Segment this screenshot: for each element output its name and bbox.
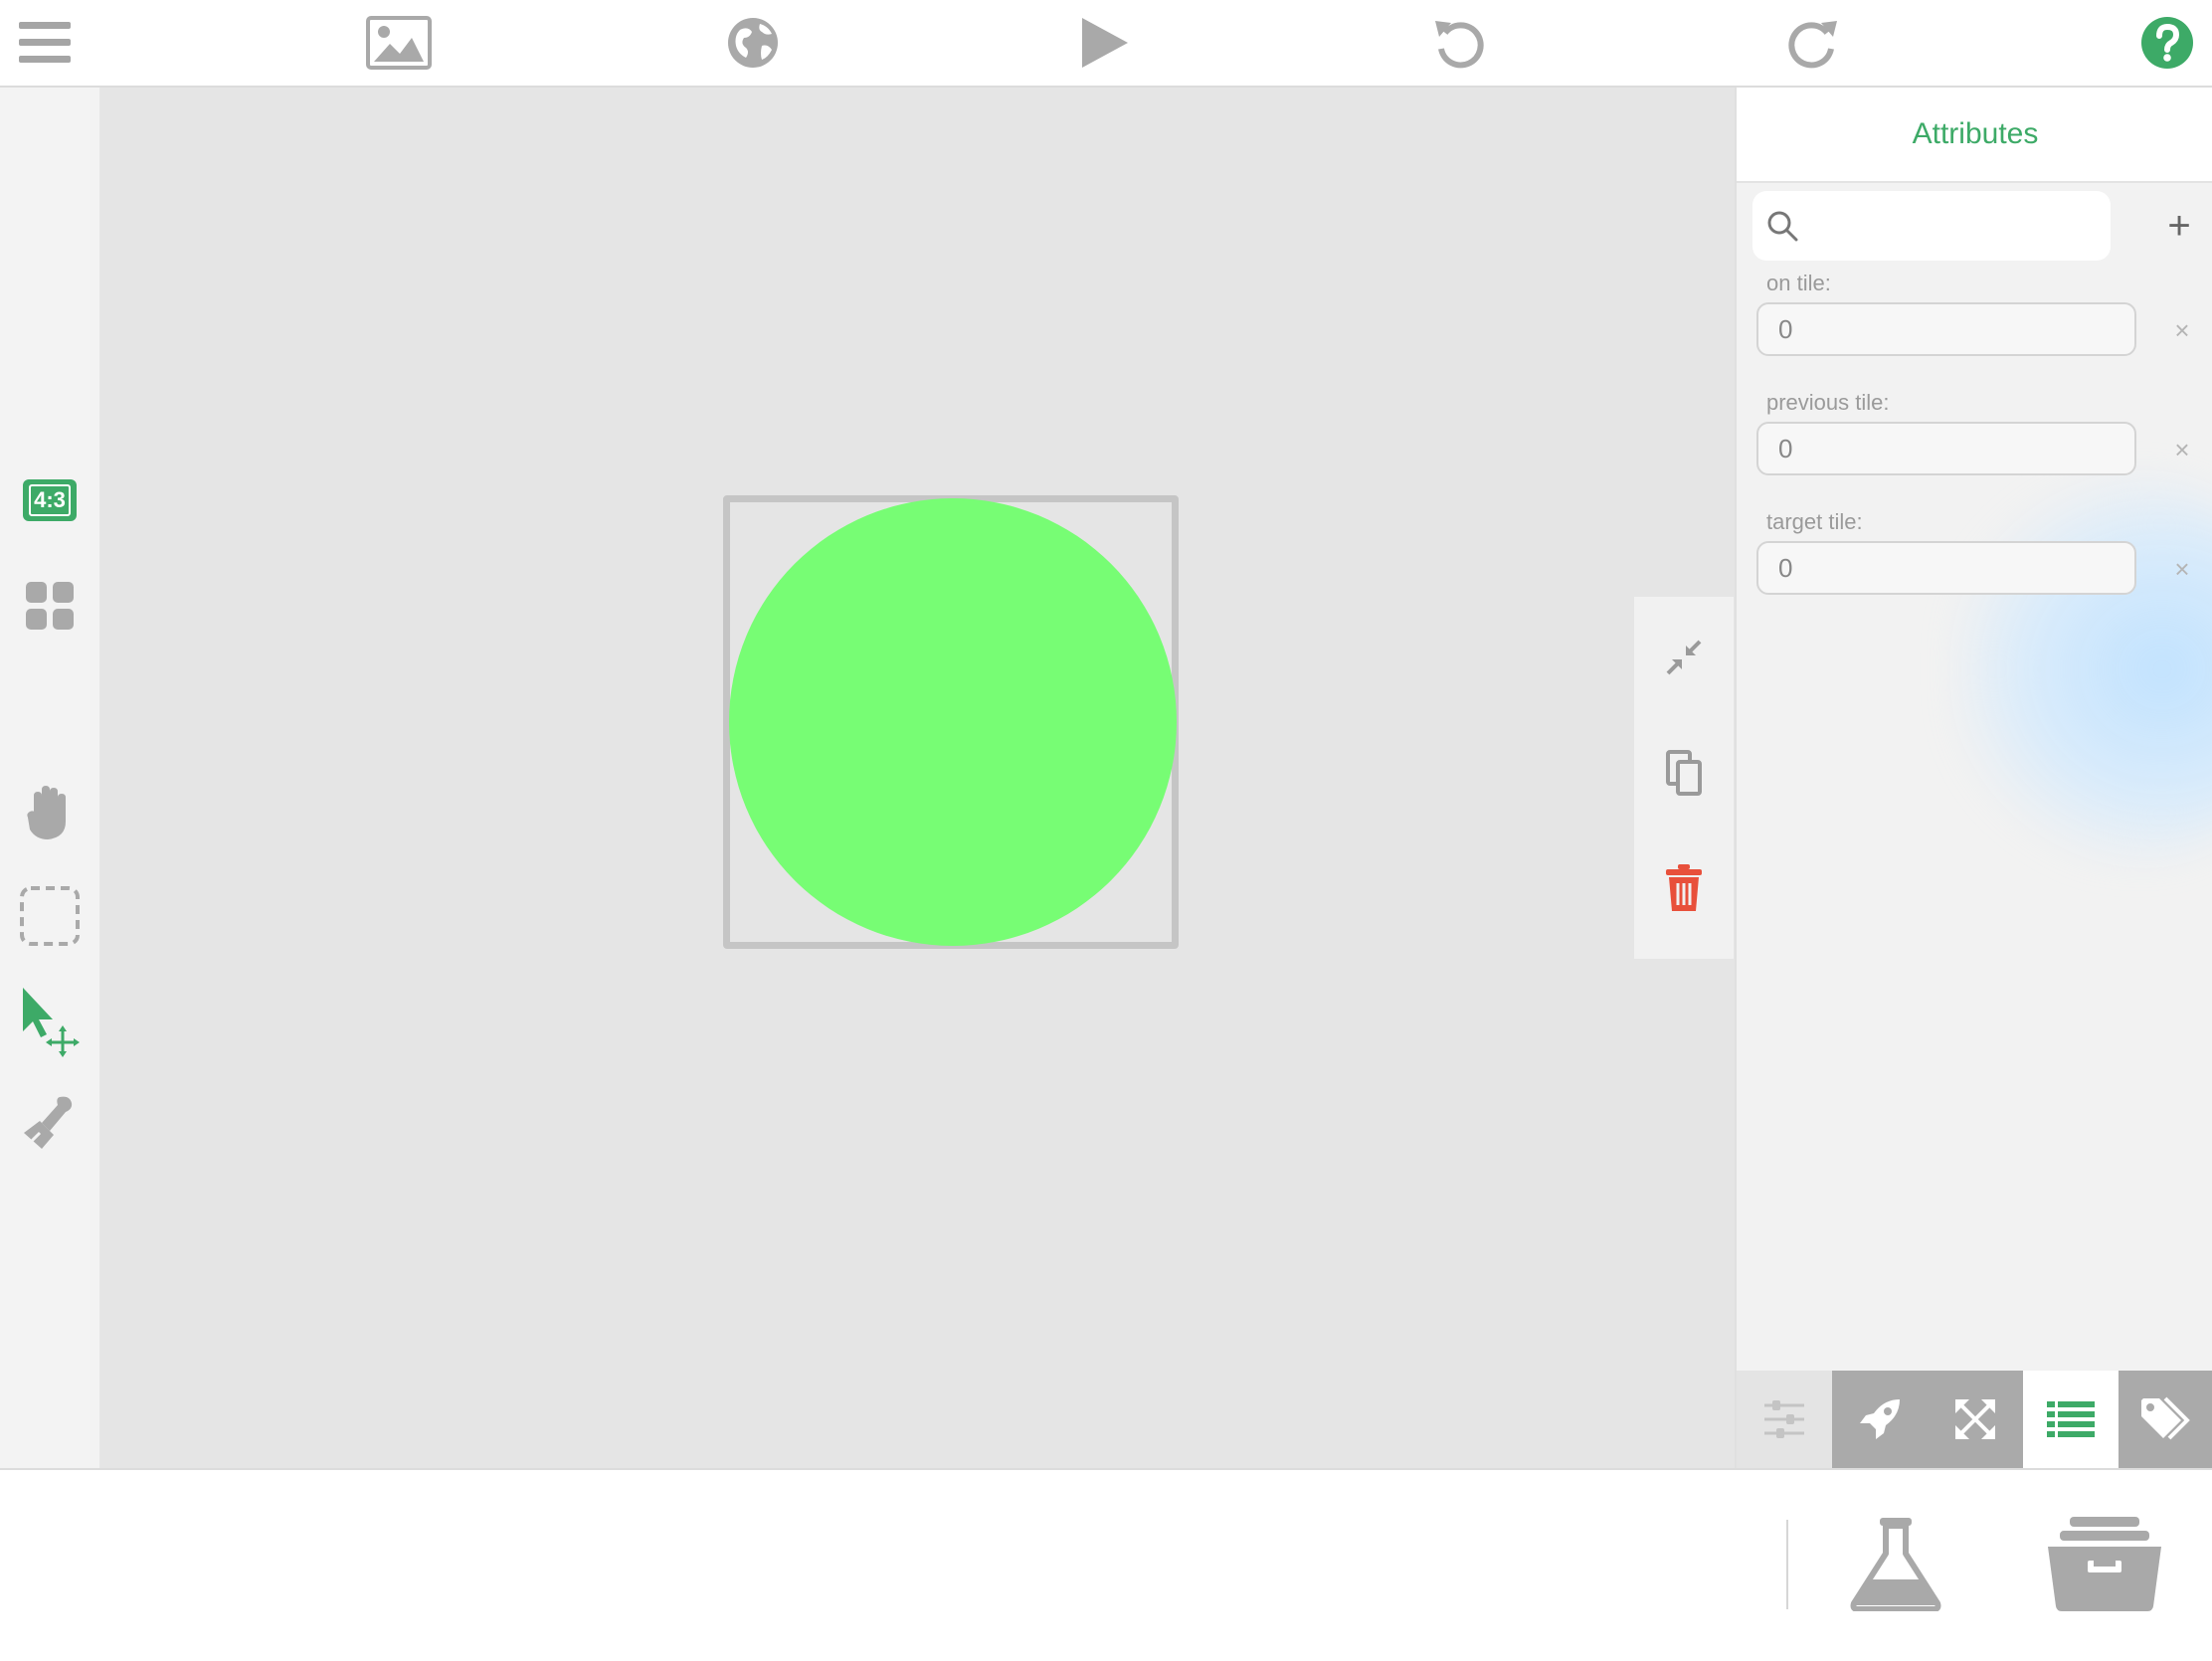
- marquee-select-button[interactable]: [0, 871, 99, 961]
- stamp-tool-button[interactable]: [0, 1078, 99, 1168]
- search-icon: [1766, 210, 1798, 242]
- globe-icon: [726, 16, 780, 70]
- hand-tool-button[interactable]: [0, 768, 99, 857]
- panel-title: Attributes: [1912, 117, 2039, 150]
- tab-properties[interactable]: [1737, 1371, 1832, 1468]
- help-button[interactable]: [2122, 0, 2212, 86]
- grid-button[interactable]: [0, 561, 99, 650]
- rocket-icon: [1858, 1397, 1902, 1441]
- list-icon: [2046, 1399, 2096, 1439]
- panel-tab-bar: [1737, 1371, 2212, 1468]
- help-icon: [2140, 16, 2194, 70]
- shrink-icon: [1664, 638, 1704, 677]
- image-button[interactable]: [354, 0, 444, 86]
- image-icon: [366, 16, 432, 70]
- flask-icon: [1850, 1516, 1941, 1611]
- hand-icon: [24, 784, 76, 841]
- tab-physics[interactable]: [1928, 1371, 2023, 1468]
- redo-button[interactable]: [1768, 0, 1858, 86]
- trash-icon: [1664, 863, 1704, 913]
- lab-button[interactable]: [1850, 1516, 1941, 1611]
- add-attribute-button[interactable]: +: [2154, 201, 2204, 251]
- marquee-select-icon: [19, 885, 81, 947]
- search-field: [1752, 191, 2111, 261]
- remove-attribute-button[interactable]: ×: [2162, 310, 2202, 350]
- undo-button[interactable]: [1414, 0, 1504, 86]
- bottom-divider: [1786, 1520, 1788, 1609]
- attribute-value-input[interactable]: [1756, 541, 2136, 595]
- play-button[interactable]: [1060, 0, 1150, 86]
- grid-icon: [25, 581, 75, 631]
- duplicate-button[interactable]: [1634, 718, 1734, 828]
- attribute-value-input[interactable]: [1756, 422, 2136, 475]
- aspect-ratio-label: 4:3: [29, 484, 71, 516]
- tab-tags[interactable]: [2119, 1371, 2212, 1468]
- remove-attribute-button[interactable]: ×: [2162, 430, 2202, 469]
- archive-box-icon: [2046, 1515, 2163, 1612]
- top-toolbar: [0, 0, 2212, 88]
- pointer-move-button[interactable]: [0, 977, 99, 1066]
- aspect-ratio-icon: 4:3: [23, 479, 77, 521]
- redo-icon: [1785, 15, 1841, 71]
- panel-header: Attributes: [1737, 88, 2212, 183]
- search-input[interactable]: [1808, 209, 2101, 243]
- object-actions: [1634, 597, 1734, 959]
- attribute-label: previous tile:: [1766, 390, 1890, 415]
- world-button[interactable]: [708, 0, 798, 86]
- resize-icon: [1953, 1397, 1997, 1441]
- attributes-panel: Attributes + on tile: × previous tile: ×…: [1735, 88, 2212, 1468]
- menu-button[interactable]: [0, 0, 90, 86]
- stamp-icon: [20, 1093, 80, 1153]
- undo-icon: [1431, 15, 1487, 71]
- aspect-ratio-button[interactable]: 4:3: [0, 456, 99, 545]
- tab-attributes[interactable]: [2023, 1371, 2119, 1468]
- left-toolbar: 4:3: [0, 88, 100, 1468]
- scene-canvas[interactable]: [100, 88, 1735, 1468]
- pointer-move-icon: [17, 986, 83, 1057]
- remove-attribute-button[interactable]: ×: [2162, 549, 2202, 589]
- tag-icon: [2139, 1396, 2193, 1442]
- sliders-icon: [1762, 1399, 1806, 1439]
- play-icon: [1080, 16, 1130, 70]
- shrink-button[interactable]: [1634, 603, 1734, 712]
- attribute-value-input[interactable]: [1756, 302, 2136, 356]
- attribute-label: on tile:: [1766, 271, 1831, 295]
- library-button[interactable]: [2045, 1514, 2164, 1613]
- circle-sprite[interactable]: [729, 498, 1177, 946]
- highlight-glow: [1955, 475, 2212, 863]
- delete-button[interactable]: [1634, 833, 1734, 943]
- tab-behaviors[interactable]: [1832, 1371, 1928, 1468]
- duplicate-icon: [1666, 750, 1702, 796]
- menu-icon: [17, 20, 73, 66]
- attribute-label: target tile:: [1766, 509, 1863, 534]
